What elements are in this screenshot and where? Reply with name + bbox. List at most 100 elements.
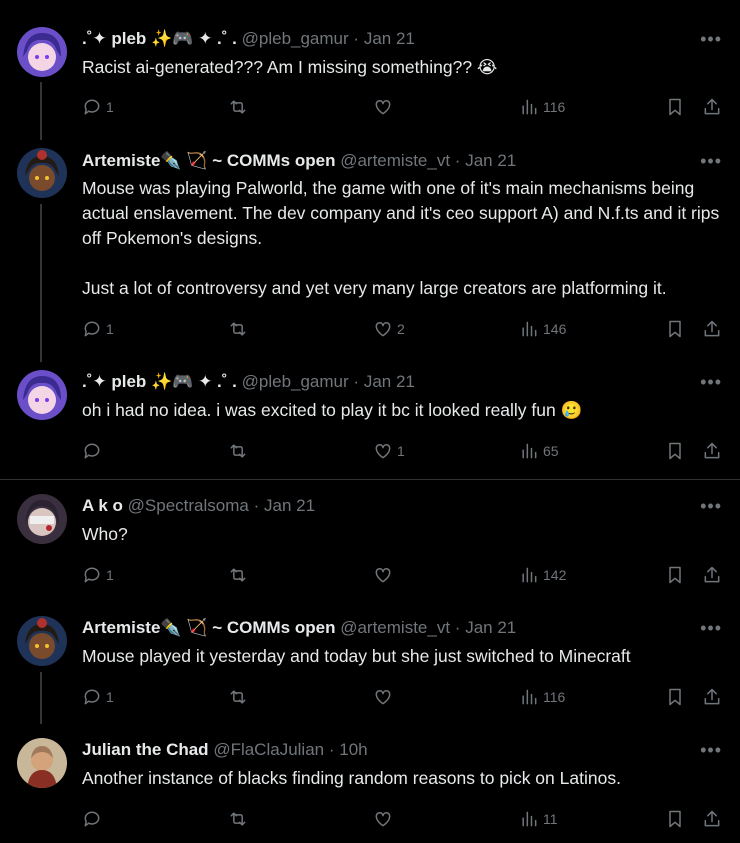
thread-line <box>40 204 42 362</box>
repost-button[interactable] <box>228 685 248 709</box>
display-name[interactable]: Artemiste✒️ 🏹 ~ COMMs open <box>82 618 335 637</box>
like-button[interactable] <box>373 807 397 831</box>
share-icon <box>704 688 720 705</box>
tweet-text: Mouse was playing Palworld, the game wit… <box>82 178 720 298</box>
like-button[interactable] <box>373 563 397 587</box>
views-button[interactable]: 116 <box>519 685 565 709</box>
timestamp[interactable]: Jan 21 <box>364 29 415 48</box>
display-name[interactable]: .˚✦ pleb ✨🎮 ✦ .˚ . <box>82 29 237 48</box>
share-button[interactable] <box>702 317 722 341</box>
display-name[interactable]: Artemiste✒️ 🏹 ~ COMMs open <box>82 151 335 170</box>
timestamp[interactable]: Jan 21 <box>264 496 315 515</box>
avatar[interactable] <box>17 148 67 198</box>
views-icon <box>522 567 537 583</box>
views-button[interactable]: 142 <box>519 563 566 587</box>
heart-icon <box>375 567 391 583</box>
views-icon <box>522 689 537 705</box>
repost-button[interactable] <box>228 439 248 463</box>
like-button[interactable]: 2 <box>373 317 405 341</box>
like-button[interactable] <box>373 95 397 119</box>
share-icon <box>704 566 720 583</box>
views-button[interactable]: 65 <box>519 439 559 463</box>
heart-icon <box>375 99 391 115</box>
share-button[interactable] <box>702 439 722 463</box>
timestamp[interactable]: Jan 21 <box>465 151 516 170</box>
repost-icon <box>230 568 246 582</box>
repost-icon <box>230 812 246 826</box>
timestamp[interactable]: Jan 21 <box>465 618 516 637</box>
share-button[interactable] <box>702 95 722 119</box>
avatar[interactable] <box>17 494 67 544</box>
tweet-header: Artemiste✒️ 🏹 ~ COMMs open @artemiste_vt… <box>82 151 517 170</box>
heart-icon <box>375 321 391 337</box>
avatar[interactable] <box>17 616 67 666</box>
more-icon[interactable]: ••• <box>700 150 722 172</box>
share-icon <box>704 320 720 337</box>
tweet-text: Who? <box>82 524 128 544</box>
reply-button[interactable]: 1 <box>82 95 114 119</box>
action-bar: 11 <box>82 807 722 831</box>
tweet-header: A k o @Spectralsoma · Jan 21 <box>82 496 316 515</box>
bookmark-button[interactable] <box>665 95 685 119</box>
reply-button[interactable] <box>82 439 106 463</box>
thread-line <box>40 82 42 140</box>
bookmark-button[interactable] <box>665 807 685 831</box>
divider <box>0 479 740 480</box>
timestamp[interactable]: Jan 21 <box>364 372 415 391</box>
avatar[interactable] <box>17 27 67 77</box>
reply-button[interactable]: 1 <box>82 317 114 341</box>
like-button[interactable]: 1 <box>373 439 405 463</box>
tweet-header: .˚✦ pleb ✨🎮 ✦ .˚ . @pleb_gamur · Jan 21 <box>82 29 415 48</box>
like-count: 1 <box>397 443 405 459</box>
handle[interactable]: @Spectralsoma <box>128 496 249 515</box>
views-button[interactable]: 146 <box>519 317 566 341</box>
bookmark-icon <box>669 442 681 460</box>
more-icon[interactable]: ••• <box>700 495 722 517</box>
display-name[interactable]: A k o <box>82 496 123 515</box>
repost-icon <box>230 322 246 336</box>
reply-button[interactable] <box>82 807 106 831</box>
more-icon[interactable]: ••• <box>700 371 722 393</box>
handle[interactable]: @FlaClaJulian <box>213 740 324 759</box>
more-icon[interactable]: ••• <box>700 617 722 639</box>
bookmark-icon <box>669 98 681 116</box>
repost-button[interactable] <box>228 95 248 119</box>
views-icon <box>522 443 537 459</box>
repost-button[interactable] <box>228 807 248 831</box>
reply-button[interactable]: 1 <box>82 685 114 709</box>
more-icon[interactable]: ••• <box>700 739 722 761</box>
share-button[interactable] <box>702 563 722 587</box>
handle[interactable]: @pleb_gamur <box>242 372 349 391</box>
like-button[interactable] <box>373 685 397 709</box>
bookmark-button[interactable] <box>665 563 685 587</box>
views-button[interactable]: 116 <box>519 95 565 119</box>
reply-button[interactable]: 1 <box>82 563 114 587</box>
bookmark-icon <box>669 688 681 706</box>
bookmark-icon <box>669 320 681 338</box>
tweet-text: oh i had no idea. i was excited to play … <box>82 400 583 420</box>
bookmark-icon <box>669 810 681 828</box>
avatar[interactable] <box>17 370 67 420</box>
repost-button[interactable] <box>228 563 248 587</box>
thread-line <box>40 672 42 724</box>
handle[interactable]: @artemiste_vt <box>340 618 450 637</box>
bookmark-button[interactable] <box>665 439 685 463</box>
share-button[interactable] <box>702 685 722 709</box>
views-button[interactable]: 11 <box>519 807 558 831</box>
display-name[interactable]: .˚✦ pleb ✨🎮 ✦ .˚ . <box>82 372 237 391</box>
share-button[interactable] <box>702 807 722 831</box>
bookmark-button[interactable] <box>665 317 685 341</box>
bookmark-button[interactable] <box>665 685 685 709</box>
handle[interactable]: @artemiste_vt <box>340 151 450 170</box>
handle[interactable]: @pleb_gamur <box>242 29 349 48</box>
like-count: 2 <box>397 321 405 337</box>
action-bar: 1 116 <box>82 95 722 119</box>
timestamp[interactable]: 10h <box>339 740 367 759</box>
avatar[interactable] <box>17 738 67 788</box>
repost-button[interactable] <box>228 317 248 341</box>
more-icon[interactable]: ••• <box>700 28 722 50</box>
tweet-header: Julian the Chad @FlaClaJulian · 10h <box>82 740 368 759</box>
views-icon <box>522 99 537 115</box>
display-name[interactable]: Julian the Chad <box>82 740 209 759</box>
share-icon <box>704 98 720 115</box>
